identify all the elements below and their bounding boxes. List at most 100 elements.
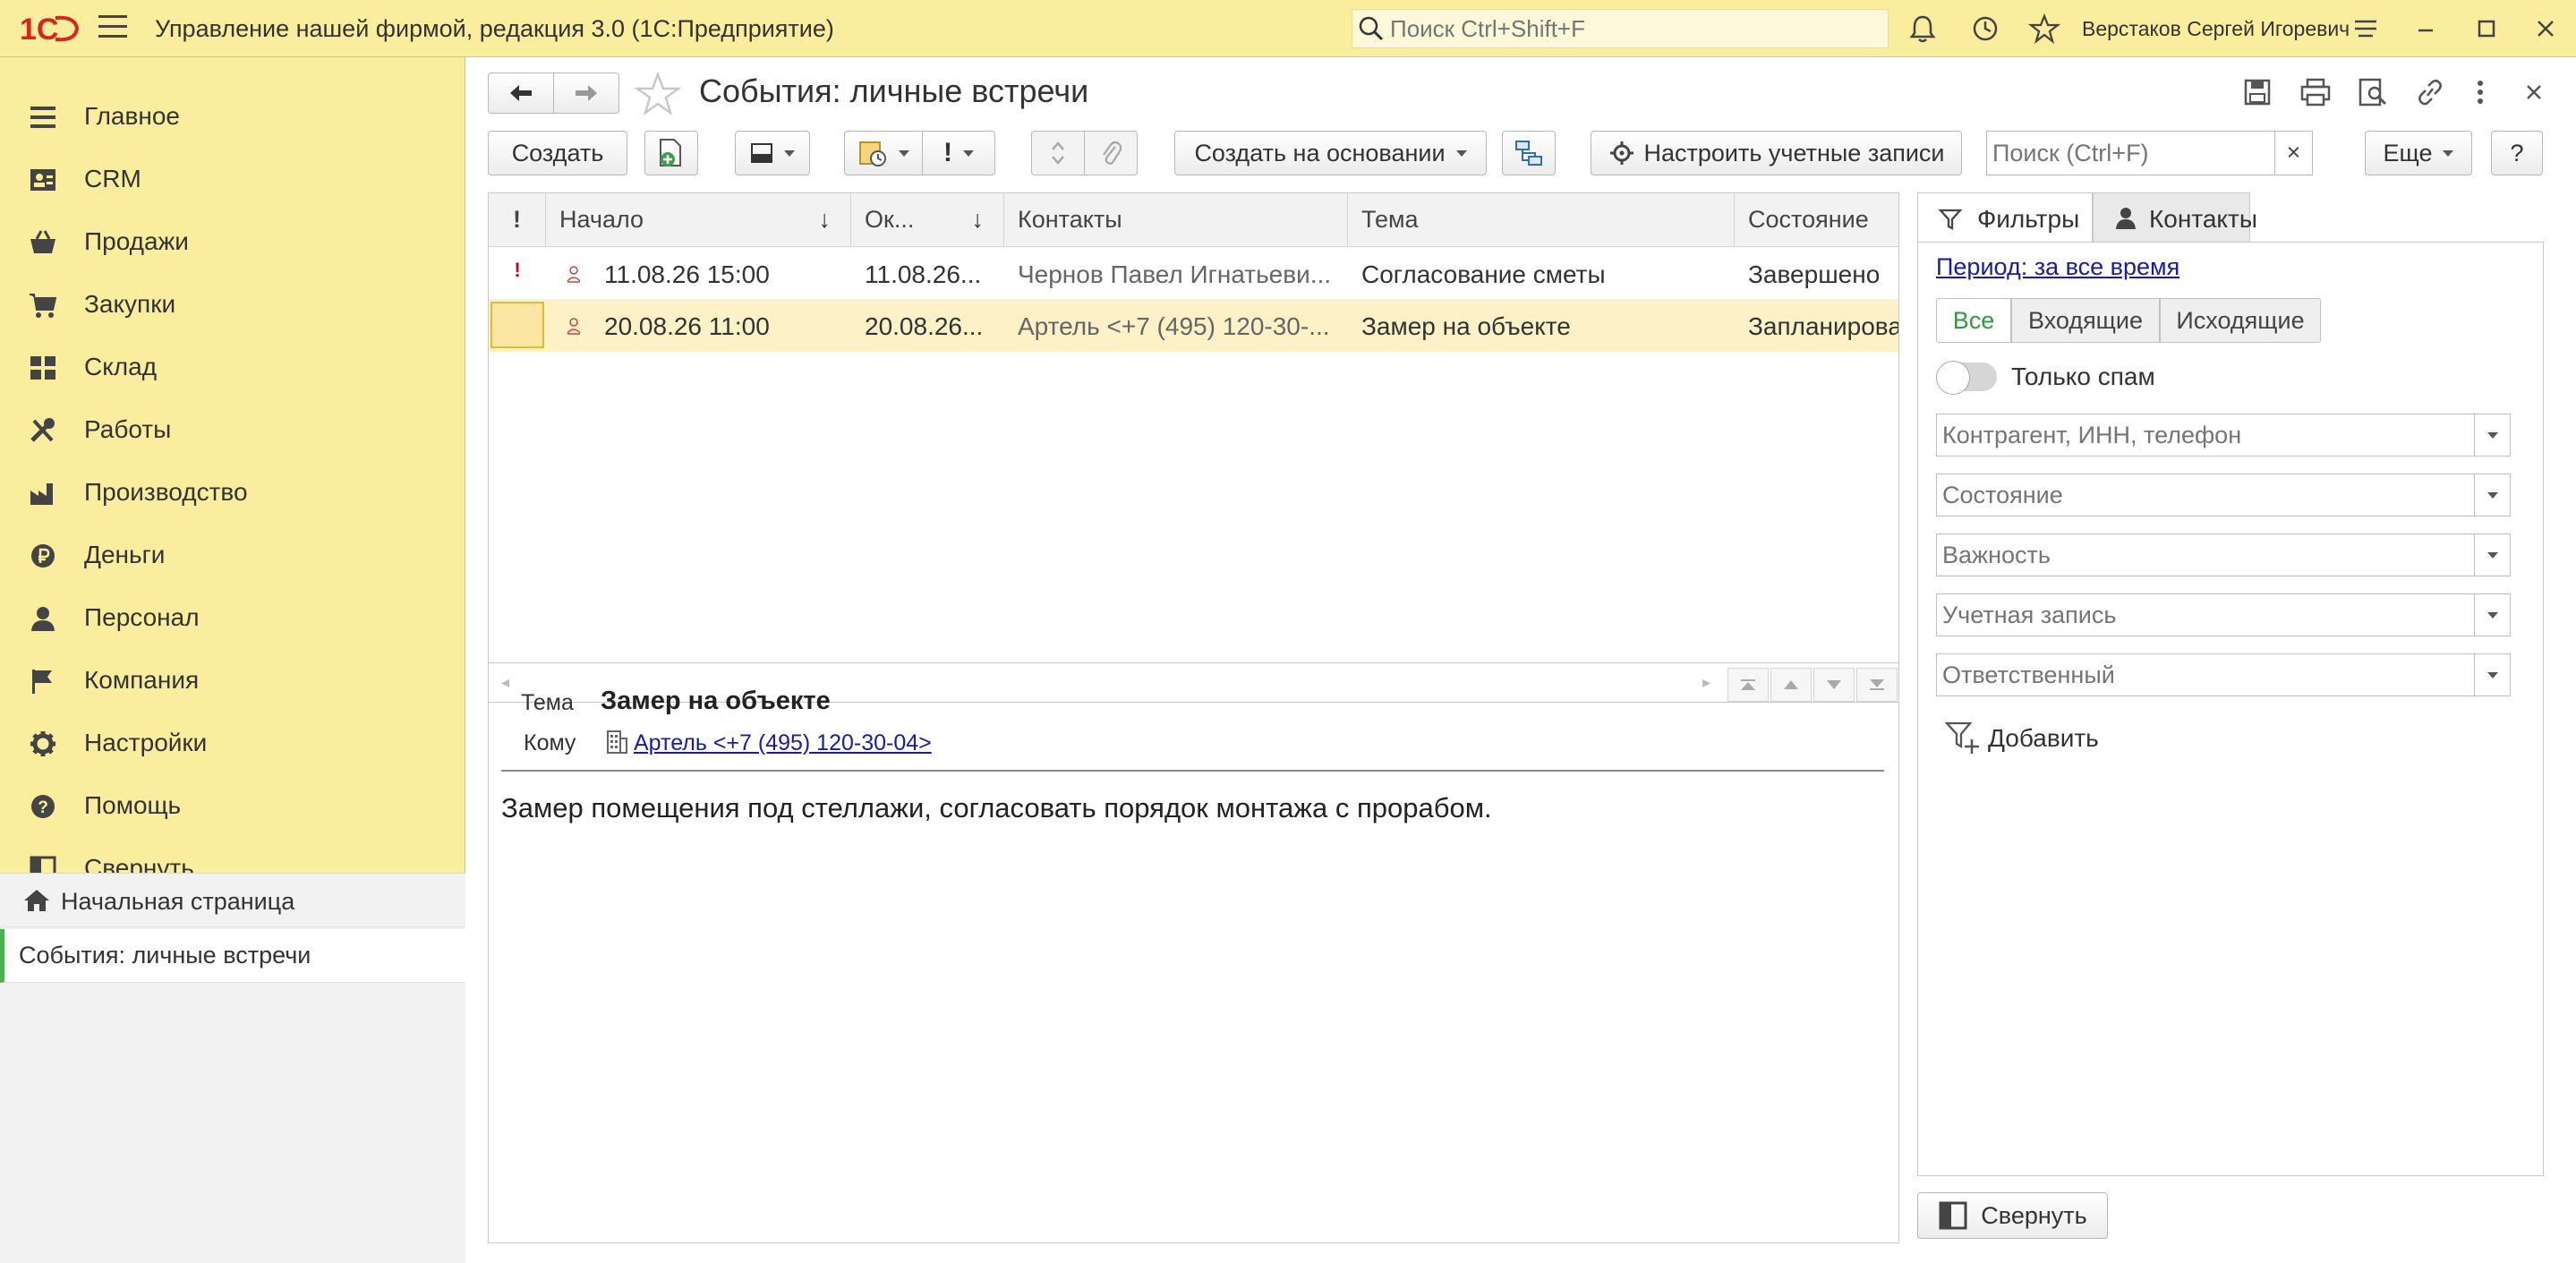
- sidebar-item-main[interactable]: Главное: [0, 90, 465, 144]
- sidebar-item-sales[interactable]: Продажи: [0, 216, 465, 269]
- event-type-button[interactable]: [844, 131, 923, 175]
- sidebar-item-purchases[interactable]: Закупки: [0, 278, 465, 332]
- close-icon[interactable]: [2529, 13, 2562, 45]
- column-header-state[interactable]: Состояние: [1735, 193, 1898, 247]
- warehouse-grid-icon: [30, 356, 55, 380]
- state-filter-input[interactable]: [1942, 482, 2452, 509]
- global-search-field[interactable]: [1352, 9, 1889, 48]
- account-filter-field[interactable]: [1936, 593, 2511, 636]
- settings-sliders-icon[interactable]: [2350, 13, 2382, 45]
- copy-create-button[interactable]: [644, 131, 698, 175]
- list-search-field[interactable]: ×: [1986, 131, 2313, 175]
- tab-filters[interactable]: Фильтры: [1917, 192, 2093, 243]
- sidebar-item-warehouse[interactable]: Склад: [0, 341, 465, 395]
- responsible-filter-field[interactable]: [1936, 653, 2511, 696]
- collapse-panel-button[interactable]: Свернуть: [1917, 1192, 2108, 1239]
- global-search-input[interactable]: [1390, 14, 1873, 43]
- importance-mark: !: [943, 138, 952, 167]
- column-header-importance[interactable]: !: [489, 193, 546, 247]
- sidebar-item-production[interactable]: Производство: [0, 466, 465, 520]
- column-header-topic[interactable]: Тема: [1348, 193, 1735, 247]
- more-options-icon[interactable]: [2471, 77, 2489, 107]
- view-mode-button[interactable]: [735, 131, 810, 175]
- sidebar-item-works[interactable]: Работы: [0, 404, 465, 457]
- dropdown-arrow-icon: [963, 149, 974, 157]
- list-search-input[interactable]: [1992, 140, 2261, 167]
- attach-file-button[interactable]: [1084, 131, 1138, 175]
- table-row-selected[interactable]: 20.08.26 11:00 20.08.26... Артель <+7 (4…: [489, 300, 1898, 352]
- segment-outgoing[interactable]: Исходящие: [2160, 298, 2321, 343]
- history-icon[interactable]: [1969, 13, 2001, 45]
- spam-only-toggle[interactable]: [1936, 361, 1997, 395]
- title-bar: 1С Управление нашей фирмой, редакция 3.0…: [0, 0, 2576, 57]
- sidebar-item-help[interactable]: ? Помощь: [0, 780, 465, 833]
- basket-icon: [30, 230, 55, 253]
- importance-filter-field[interactable]: [1936, 533, 2511, 576]
- filter-add-icon: [1945, 721, 1979, 754]
- tab-label: Контакты: [2149, 205, 2257, 233]
- back-button[interactable]: [488, 73, 554, 114]
- setup-accounts-button[interactable]: Настроить учетные записи: [1591, 131, 1962, 175]
- print-icon[interactable]: [2299, 77, 2332, 107]
- importance-filter-input[interactable]: [1942, 542, 2452, 569]
- dropdown-button[interactable]: [2474, 594, 2510, 636]
- filter-panel: Период: за все время Все Входящие Исходя…: [1917, 242, 2544, 1176]
- column-header-start[interactable]: Начало ↓: [546, 193, 851, 247]
- expand-collapse-button[interactable]: [1031, 131, 1085, 175]
- main-menu-button[interactable]: [98, 15, 127, 42]
- open-window-home[interactable]: Начальная страница: [0, 874, 465, 927]
- dropdown-arrow-icon: [2443, 149, 2454, 157]
- table-row[interactable]: ! 11.08.26 15:00 11.08.26... Чернов Паве…: [489, 248, 1898, 300]
- segment-incoming[interactable]: Входящие: [2011, 298, 2160, 343]
- account-filter-input[interactable]: [1942, 602, 2452, 629]
- current-user[interactable]: Верстаков Сергей Игоревич: [2082, 17, 2350, 41]
- save-icon[interactable]: [2242, 77, 2273, 107]
- sidebar-item-company[interactable]: Компания: [0, 654, 465, 708]
- dropdown-button[interactable]: [2474, 414, 2510, 456]
- favorites-star-icon[interactable]: [2028, 13, 2060, 45]
- link-icon[interactable]: [2414, 77, 2446, 107]
- dropdown-button[interactable]: [2474, 534, 2510, 576]
- favorite-star-icon[interactable]: [635, 71, 681, 117]
- current-cell-marker: [490, 302, 544, 348]
- notifications-bell-icon[interactable]: [1906, 13, 1939, 45]
- clear-search-button[interactable]: ×: [2274, 132, 2312, 175]
- menu-line: [98, 25, 127, 28]
- maximize-icon[interactable]: [2470, 13, 2503, 45]
- add-filter-button[interactable]: Добавить: [1945, 719, 2099, 758]
- responsible-filter-input[interactable]: [1942, 661, 2452, 689]
- arrow-left-icon: [510, 85, 532, 101]
- forward-button[interactable]: [553, 73, 619, 114]
- column-header-label: Ок...: [865, 206, 915, 233]
- column-header-contacts[interactable]: Контакты: [1004, 193, 1348, 247]
- preview-divider: [501, 770, 1884, 772]
- menu-line: [98, 35, 127, 38]
- period-link[interactable]: Период: за все время: [1936, 253, 2179, 281]
- dropdown-button[interactable]: [2474, 654, 2510, 696]
- state-filter-field[interactable]: [1936, 474, 2511, 516]
- sidebar-item-crm[interactable]: CRM: [0, 153, 465, 207]
- form-close-icon[interactable]: [2521, 80, 2546, 105]
- preview-recipient-link[interactable]: Артель <+7 (495) 120-30-04>: [634, 730, 932, 756]
- minimize-icon[interactable]: [2410, 13, 2442, 45]
- open-window-events[interactable]: События: личные встречи: [0, 929, 465, 983]
- preview-search-icon[interactable]: [2357, 77, 2389, 107]
- counterparty-filter-field[interactable]: [1936, 414, 2511, 457]
- sidebar-item-label: Компания: [84, 666, 200, 694]
- dropdown-button[interactable]: [2474, 474, 2510, 516]
- sidebar-item-money[interactable]: Деньги: [0, 529, 465, 583]
- segment-all[interactable]: Все: [1936, 298, 2011, 343]
- tab-contacts[interactable]: Контакты: [2093, 192, 2257, 243]
- arrow-right-icon: [576, 85, 597, 101]
- importance-button[interactable]: !: [922, 131, 995, 175]
- more-actions-button[interactable]: Еще: [2365, 131, 2472, 175]
- counterparty-filter-input[interactable]: [1942, 422, 2452, 449]
- structure-button[interactable]: [1502, 131, 1556, 175]
- column-header-end[interactable]: Ок... ↓: [851, 193, 1004, 247]
- sidebar-item-settings[interactable]: Настройки: [0, 717, 465, 771]
- sidebar-item-personnel[interactable]: Персонал: [0, 592, 465, 645]
- create-button[interactable]: Создать: [488, 131, 627, 175]
- sort-desc-icon: ↓: [971, 206, 985, 233]
- help-button[interactable]: ?: [2491, 131, 2543, 175]
- create-based-on-button[interactable]: Создать на основании: [1174, 131, 1487, 175]
